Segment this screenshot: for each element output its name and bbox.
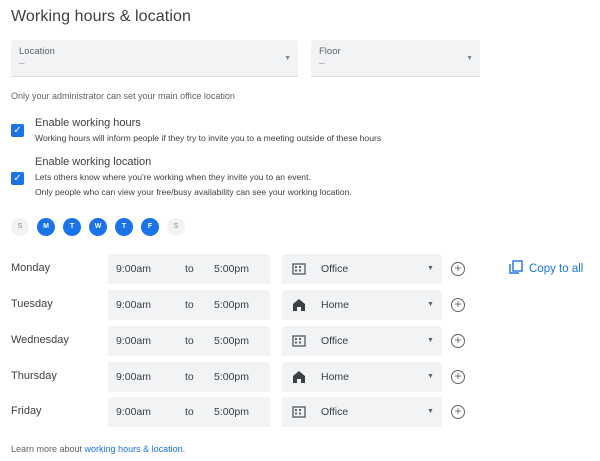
start-time[interactable]: 9:00am [116,335,151,347]
schedule-row-tuesday: Tuesday 9:00am to 5:00pm Home ▼ + [0,290,600,320]
day-toggle-sunday[interactable]: S [11,218,29,236]
footer-prefix: Learn more about [11,444,85,454]
to-label: to [185,263,194,275]
enable-hours-desc: Working hours will inform people if they… [35,133,382,143]
day-toggle-monday[interactable]: M [37,218,55,236]
enable-hours-title: Enable working hours [35,117,141,129]
schedule-row-thursday: Thursday 9:00am to 5:00pm Home ▼ + [0,362,600,392]
chevron-down-icon: ▼ [284,55,291,62]
enable-location-title: Enable working location [35,156,152,168]
enable-hours-checkbox[interactable]: ✓ [11,124,24,137]
time-range: 9:00am to 5:00pm [108,254,270,284]
location-value: Home [321,299,350,311]
start-time[interactable]: 9:00am [116,299,151,311]
add-time-icon[interactable]: + [451,405,465,419]
office-icon [292,263,306,275]
floor-select-value: – [319,58,325,69]
end-time[interactable]: 5:00pm [214,335,249,347]
chevron-down-icon: ▼ [427,337,434,344]
time-range: 9:00am to 5:00pm [108,362,270,392]
time-range: 9:00am to 5:00pm [108,397,270,427]
floor-select[interactable]: Floor – ▼ [311,40,480,77]
location-value: Office [321,406,349,418]
schedule-row-wednesday: Wednesday 9:00am to 5:00pm Office ▼ + [0,326,600,356]
location-dropdown[interactable]: Office ▼ [282,326,442,356]
to-label: to [185,406,194,418]
chevron-down-icon: ▼ [427,301,434,308]
office-icon [292,406,306,418]
enable-location-desc-2: Only people who can view your free/busy … [35,187,352,197]
home-icon [293,299,305,311]
start-time[interactable]: 9:00am [116,371,151,383]
day-toggle-saturday[interactable]: S [167,218,185,236]
chevron-down-icon: ▼ [427,265,434,272]
to-label: to [185,299,194,311]
location-dropdown[interactable]: Office ▼ [282,397,442,427]
start-time[interactable]: 9:00am [116,263,151,275]
to-label: to [185,335,194,347]
day-toggle-thursday[interactable]: T [115,218,133,236]
copy-icon [509,260,523,274]
location-select-label: Location [19,46,55,57]
learn-more-link[interactable]: working hours & location [85,444,183,454]
day-name: Friday [11,405,42,417]
day-name: Tuesday [11,298,53,310]
footer-note: Learn more about working hours & locatio… [11,444,185,454]
day-name: Wednesday [11,334,69,346]
day-name: Thursday [11,370,57,382]
page-title: Working hours & location [11,8,191,25]
enable-location-desc-1: Lets others know where you're working wh… [35,172,311,182]
location-dropdown[interactable]: Home ▼ [282,362,442,392]
day-name: Monday [11,262,51,274]
chevron-down-icon: ▼ [427,408,434,415]
admin-note: Only your administrator can set your mai… [11,91,235,101]
add-time-icon[interactable]: + [451,334,465,348]
end-time[interactable]: 5:00pm [214,263,249,275]
to-label: to [185,371,194,383]
add-time-icon[interactable]: + [451,370,465,384]
location-value: Office [321,335,349,347]
copy-to-all-label: Copy to all [529,263,584,275]
footer-suffix: . [182,444,186,454]
location-dropdown[interactable]: Office ▼ [282,254,442,284]
time-range: 9:00am to 5:00pm [108,326,270,356]
chevron-down-icon: ▼ [466,55,473,62]
schedule-row-friday: Friday 9:00am to 5:00pm Office ▼ + [0,397,600,427]
location-dropdown[interactable]: Home ▼ [282,290,442,320]
location-select-value: – [19,58,25,69]
copy-to-all-button[interactable]: Copy to all [509,260,583,275]
end-time[interactable]: 5:00pm [214,299,249,311]
add-time-icon[interactable]: + [451,262,465,276]
location-value: Office [321,263,349,275]
home-icon [293,371,305,383]
end-time[interactable]: 5:00pm [214,406,249,418]
location-value: Home [321,371,350,383]
enable-location-checkbox[interactable]: ✓ [11,172,24,185]
chevron-down-icon: ▼ [427,373,434,380]
end-time[interactable]: 5:00pm [214,371,249,383]
day-toggle-friday[interactable]: F [141,218,159,236]
start-time[interactable]: 9:00am [116,406,151,418]
day-toggle-wednesday[interactable]: W [89,218,107,236]
time-range: 9:00am to 5:00pm [108,290,270,320]
floor-select-label: Floor [319,46,341,57]
add-time-icon[interactable]: + [451,298,465,312]
location-select[interactable]: Location – ▼ [11,40,298,77]
office-icon [292,335,306,347]
day-toggle-tuesday[interactable]: T [63,218,81,236]
